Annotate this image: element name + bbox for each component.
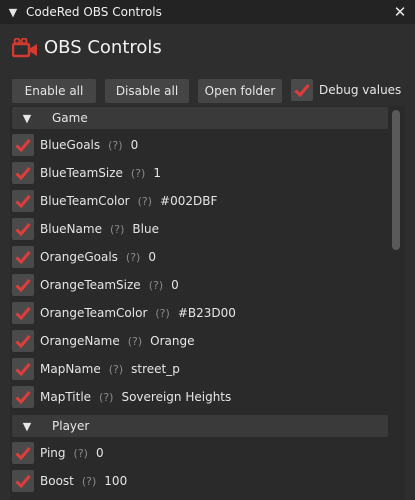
main-window: OBS Controls Enable all Disable all Open… [0, 24, 415, 500]
control-label: BlueTeamColor [40, 194, 130, 208]
enable-checkbox[interactable] [12, 190, 34, 212]
enable-checkbox[interactable] [12, 470, 34, 492]
window-title: CodeRed OBS Controls [26, 5, 162, 19]
enable-checkbox[interactable] [12, 162, 34, 184]
checkmark-icon [15, 251, 31, 264]
controls-list[interactable]: ▼ Game BlueGoals (?) 0 BlueTeamSize (?) 1 BlueTe… [10, 106, 405, 500]
checkmark-icon [15, 475, 31, 488]
control-row: Boost (?) 100 [12, 469, 127, 493]
control-value: Orange [150, 334, 195, 348]
help-marker[interactable]: (?) [138, 195, 152, 208]
checkmark-icon [15, 279, 31, 292]
control-value: 100 [104, 474, 128, 488]
control-value: Blue [132, 222, 159, 236]
control-row: OrangeTeamColor (?) #B23D00 [12, 301, 236, 325]
checkmark-icon [294, 84, 310, 97]
control-value: 1 [153, 166, 161, 180]
scrollbar[interactable] [390, 106, 402, 500]
help-marker[interactable]: (?) [82, 475, 96, 488]
enable-checkbox[interactable] [12, 218, 34, 240]
help-marker[interactable]: (?) [99, 391, 113, 404]
debug-values-toggle[interactable]: Debug values [291, 79, 401, 101]
control-value: 0 [95, 446, 104, 460]
title-bar: ▼ CodeRed OBS Controls ✕ [0, 0, 415, 24]
enable-checkbox[interactable] [12, 358, 34, 380]
control-label: OrangeGoals [40, 250, 118, 264]
control-label: Boost [40, 474, 74, 488]
help-marker[interactable]: (?) [155, 307, 169, 320]
control-row: MapTitle (?) Sovereign Heights [12, 385, 231, 409]
control-value: 0 [148, 250, 156, 264]
section-header[interactable]: ▼ Game [12, 107, 388, 129]
scrollbar-thumb[interactable] [392, 110, 400, 250]
control-label: MapTitle [40, 390, 92, 404]
help-marker[interactable]: (?) [126, 251, 140, 264]
control-row: BlueTeamColor (?) #002DBF [12, 189, 217, 213]
checkmark-icon [15, 391, 31, 404]
control-label: Ping [40, 446, 66, 460]
disable-all-button[interactable]: Disable all [105, 79, 189, 103]
control-row: OrangeName (?) Orange [12, 329, 195, 353]
collapse-triangle-icon[interactable]: ▼ [0, 6, 26, 19]
close-icon[interactable]: ✕ [391, 3, 409, 21]
control-value: 0 [130, 138, 139, 152]
control-value: Sovereign Heights [121, 390, 232, 404]
section-header[interactable]: ▼ Player [12, 415, 388, 437]
checkmark-icon [15, 307, 31, 320]
debug-values-checkbox[interactable] [291, 79, 313, 101]
control-label: BlueName [40, 222, 102, 236]
help-marker[interactable]: (?) [128, 335, 142, 348]
checkmark-icon [15, 139, 31, 152]
enable-checkbox[interactable] [12, 302, 34, 324]
collapse-triangle-icon: ▼ [22, 111, 32, 125]
control-row: OrangeGoals (?) 0 [12, 245, 156, 269]
page-title: OBS Controls [44, 37, 162, 58]
control-label: MapName [40, 362, 101, 376]
enable-checkbox[interactable] [12, 134, 34, 156]
control-row: BlueName (?) Blue [12, 217, 159, 241]
control-row: Ping (?) 0 [12, 441, 104, 465]
control-row: MapName (?) street_p [12, 357, 180, 381]
checkmark-icon [15, 195, 31, 208]
control-row: BlueTeamSize (?) 1 [12, 161, 161, 185]
control-value: 0 [171, 278, 179, 292]
enable-checkbox[interactable] [12, 442, 34, 464]
checkmark-icon [15, 167, 31, 180]
control-label: OrangeTeamColor [40, 306, 148, 320]
help-marker[interactable]: (?) [109, 363, 123, 376]
control-value: street_p [131, 362, 180, 376]
control-label: OrangeTeamSize [40, 278, 141, 292]
help-marker[interactable]: (?) [74, 447, 88, 460]
video-camera-icon [12, 37, 37, 57]
control-row: BlueGoals (?) 0 [12, 133, 138, 157]
enable-checkbox[interactable] [12, 274, 34, 296]
section-title: Game [52, 111, 88, 125]
collapse-triangle-icon: ▼ [22, 419, 32, 433]
help-marker[interactable]: (?) [131, 167, 145, 180]
control-label: OrangeName [40, 334, 120, 348]
control-label: BlueTeamSize [40, 166, 123, 180]
enable-checkbox[interactable] [12, 330, 34, 352]
page-header: OBS Controls [12, 37, 162, 58]
enable-all-button[interactable]: Enable all [12, 79, 96, 103]
help-marker[interactable]: (?) [149, 279, 163, 292]
checkmark-icon [15, 447, 31, 460]
control-value: #002DBF [160, 194, 218, 208]
control-value: #B23D00 [177, 306, 236, 320]
enable-checkbox[interactable] [12, 246, 34, 268]
control-row: OrangeTeamSize (?) 0 [12, 273, 179, 297]
enable-checkbox[interactable] [12, 386, 34, 408]
checkmark-icon [15, 223, 31, 236]
debug-values-label: Debug values [319, 83, 402, 97]
checkmark-icon [15, 363, 31, 376]
help-marker[interactable]: (?) [108, 139, 122, 152]
open-folder-button[interactable]: Open folder [198, 79, 282, 103]
control-label: BlueGoals [40, 138, 101, 152]
checkmark-icon [15, 335, 31, 348]
section-title: Player [52, 419, 90, 433]
help-marker[interactable]: (?) [110, 223, 124, 236]
